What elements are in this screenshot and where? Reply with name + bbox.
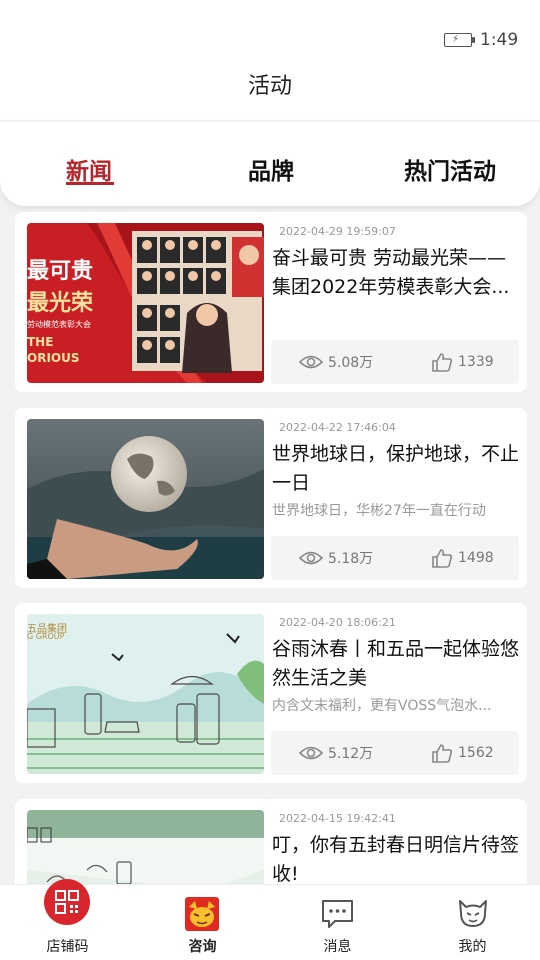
thumbs-up-icon bbox=[432, 353, 453, 372]
article-title[interactable]: 叮，你有五封春日明信片待签收! bbox=[272, 831, 522, 889]
like-count[interactable]: 1339 bbox=[431, 352, 494, 372]
nav-consult[interactable]: 咨询 bbox=[135, 885, 270, 960]
article-date: 2022-04-29 19:59:07 bbox=[279, 225, 396, 238]
thumbnail-text: G GROUP bbox=[27, 632, 65, 641]
thumbs-up-icon bbox=[432, 549, 453, 568]
nav-label: 我的 bbox=[458, 939, 487, 955]
article-thumbnail: 五品集团 G GROUP bbox=[27, 614, 264, 774]
like-count[interactable]: 1498 bbox=[431, 548, 494, 568]
view-count: 5.12万 bbox=[299, 743, 373, 763]
mascot-icon bbox=[185, 897, 219, 931]
article-date: 2022-04-20 18:06:21 bbox=[279, 616, 396, 629]
thumbnail-text: THE bbox=[27, 335, 54, 349]
article-title[interactable]: 奋斗最可贵 劳动最光荣——集团2022年劳模表彰大会... bbox=[272, 244, 522, 302]
eye-icon bbox=[299, 746, 323, 760]
eye-icon bbox=[299, 551, 323, 565]
nav-label: 店铺码 bbox=[46, 939, 89, 955]
thumbnail-text: ORIOUS bbox=[27, 351, 80, 365]
nav-profile[interactable]: 我的 bbox=[405, 885, 540, 960]
status-time: 1:49 bbox=[480, 30, 519, 50]
article-card[interactable]: 2022-04-22 17:46:04 世界地球日，保护地球，不止一日 世界地球… bbox=[15, 408, 527, 588]
qr-code-icon bbox=[44, 879, 90, 925]
article-stats: 5.08万 1339 bbox=[271, 340, 519, 384]
thumbnail-text: 最光荣 bbox=[27, 291, 94, 316]
thumbs-up-icon bbox=[432, 744, 453, 763]
article-stats: 5.12万 1562 bbox=[271, 731, 519, 775]
article-thumbnail bbox=[27, 419, 264, 579]
tab-bar: 新闻 品牌 热门活动 bbox=[0, 122, 540, 206]
like-count[interactable]: 1562 bbox=[431, 743, 494, 763]
article-date: 2022-04-15 19:42:41 bbox=[279, 812, 396, 825]
article-stats: 5.18万 1498 bbox=[271, 536, 519, 580]
article-thumbnail: 最可贵 最光荣 劳动模范表彰大会 THE ORIOUS bbox=[27, 223, 264, 383]
article-summary: 世界地球日，华彬27年一直在行动 bbox=[272, 503, 486, 519]
battery-icon: ⚡ bbox=[444, 33, 475, 47]
thumbnail-text: 最可贵 bbox=[27, 259, 94, 284]
article-date: 2022-04-22 17:46:04 bbox=[279, 421, 396, 434]
view-count: 5.08万 bbox=[299, 352, 373, 372]
tab-hot-events[interactable]: 热门活动 bbox=[404, 152, 496, 186]
profile-icon bbox=[459, 900, 487, 927]
article-summary: 内含文末福利，更有VOSS气泡水... bbox=[272, 698, 492, 714]
active-tab-indicator bbox=[66, 182, 114, 185]
article-title[interactable]: 谷雨沐春丨和五品一起体验悠然生活之美 bbox=[272, 635, 522, 693]
nav-store-code[interactable]: 店铺码 bbox=[0, 879, 135, 960]
article-card[interactable]: 五品集团 G GROUP 2022-04-20 18:06:21 谷雨沐春丨和五… bbox=[15, 603, 527, 783]
article-title[interactable]: 世界地球日，保护地球，不止一日 bbox=[272, 440, 522, 498]
message-icon bbox=[322, 900, 353, 928]
nav-messages[interactable]: 消息 bbox=[270, 885, 405, 960]
tab-brand[interactable]: 品牌 bbox=[248, 152, 294, 186]
thumbnail-text: 劳动模范表彰大会 bbox=[27, 320, 91, 329]
page-title: 活动 bbox=[247, 74, 292, 99]
nav-label: 咨询 bbox=[188, 939, 217, 955]
tab-news[interactable]: 新闻 bbox=[66, 152, 112, 186]
eye-icon bbox=[299, 355, 323, 369]
nav-label: 消息 bbox=[323, 939, 352, 955]
article-card[interactable]: 最可贵 最光荣 劳动模范表彰大会 THE ORIOUS 2022-04-29 1… bbox=[15, 212, 527, 392]
view-count: 5.18万 bbox=[299, 548, 373, 568]
bottom-nav: 店铺码 咨询 消息 我的 bbox=[0, 879, 540, 960]
